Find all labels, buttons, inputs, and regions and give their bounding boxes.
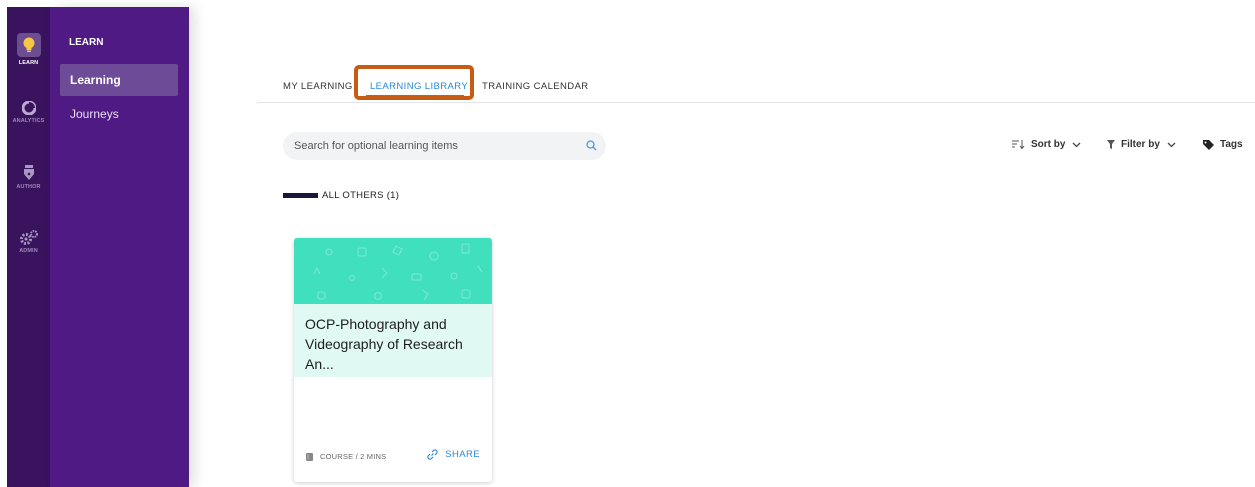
section-heading: ALL OTHERS (1) (283, 190, 399, 201)
chevron-down-icon (1167, 142, 1176, 147)
filter-button[interactable]: Filter by (1107, 139, 1182, 150)
card-title-area: OCP-Photography and Videography of Resea… (294, 304, 492, 377)
sort-button[interactable]: Sort by (1012, 139, 1087, 150)
search-input[interactable] (283, 132, 563, 160)
sort-icon (1012, 140, 1025, 149)
chevron-down-icon (1072, 142, 1081, 147)
tabs-divider (257, 102, 1255, 103)
rail-item-label: AUTHOR (16, 184, 41, 190)
banner-pattern-icon (313, 243, 483, 301)
course-card[interactable]: OCP-Photography and Videography of Resea… (294, 238, 492, 482)
book-icon (306, 452, 313, 461)
rail-item-analytics[interactable]: ANALYTICS (7, 101, 50, 124)
pen-nib-icon (23, 165, 34, 180)
section-nav: LEARN Learning Journeys (50, 7, 189, 487)
link-icon (427, 449, 438, 460)
share-label: SHARE (445, 449, 480, 460)
highlight-annotation (354, 65, 474, 100)
pie-chart-icon (21, 101, 36, 115)
rail-item-learn[interactable]: LEARN (7, 33, 50, 66)
tab-training-calendar[interactable]: TRAINING CALENDAR (482, 81, 589, 92)
filter-label: Filter by (1121, 139, 1160, 150)
card-meta-text: COURSE / 2 MINS (320, 452, 387, 461)
search-icon[interactable] (586, 140, 597, 151)
section-bar (283, 193, 318, 198)
card-banner (294, 238, 492, 304)
rail-item-admin[interactable]: ADMIN (7, 229, 50, 254)
tags-label: Tags (1220, 139, 1243, 150)
rail-item-label: LEARN (18, 60, 39, 66)
nav-title: LEARN (69, 37, 104, 48)
nav-item-learning[interactable]: Learning (60, 64, 178, 96)
search-bar (283, 132, 606, 160)
card-meta: COURSE / 2 MINS (306, 452, 386, 461)
rail-item-author[interactable]: AUTHOR (7, 165, 50, 190)
gears-icon (19, 230, 38, 245)
rail-item-label: ADMIN (19, 248, 38, 254)
tag-icon (1203, 139, 1214, 150)
section-title: ALL OTHERS (1) (322, 190, 400, 201)
sort-label: Sort by (1031, 139, 1066, 150)
app-rail: LEARN ANALYTICS AUTHOR ADMIN (7, 7, 50, 487)
card-title[interactable]: OCP-Photography and Videography of Resea… (305, 314, 485, 374)
tab-my-learning[interactable]: MY LEARNING (283, 81, 353, 92)
tags-button[interactable]: Tags (1203, 139, 1243, 150)
rail-item-label: ANALYTICS (12, 118, 45, 124)
lightbulb-icon (16, 33, 41, 57)
nav-item-journeys[interactable]: Journeys (60, 98, 178, 130)
share-button[interactable]: SHARE (427, 449, 480, 460)
filter-icon (1107, 140, 1115, 149)
